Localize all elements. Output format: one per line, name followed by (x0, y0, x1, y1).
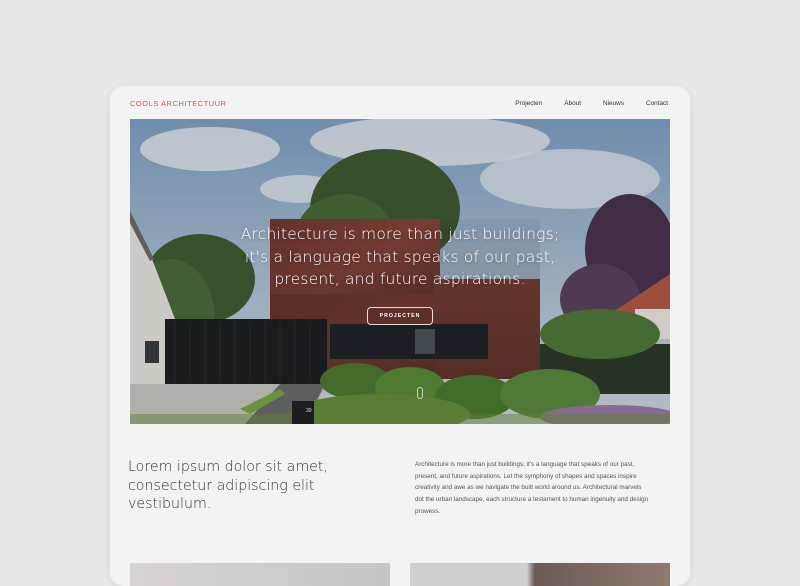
project-thumbnail[interactable] (410, 563, 670, 586)
hero-headline: Architecture is more than just buildings… (190, 223, 610, 291)
intro-heading: Lorem ipsum dolor sit amet, consectetur … (128, 459, 328, 512)
top-navigation: COOLS ARCHITECTUUR Projecten About Nieuw… (130, 96, 668, 110)
project-thumbnail[interactable] (130, 563, 390, 586)
main-menu: Projecten About Nieuws Contact (515, 100, 668, 107)
intro-paragraph: Architecture is more than just buildings… (415, 461, 649, 515)
nav-link-about[interactable]: About (564, 100, 581, 107)
hero-headline-line: present, and future aspirations. (274, 270, 526, 288)
scroll-down-icon[interactable] (417, 387, 423, 399)
brand-logo[interactable]: COOLS ARCHITECTUUR (130, 99, 227, 108)
hero-headline-line: Architecture is more than just buildings… (240, 225, 560, 243)
nav-link-projecten[interactable]: Projecten (515, 100, 542, 107)
projecten-button[interactable]: PROJECTEN (367, 307, 433, 325)
hero-headline-line: it's a language that speaks of our past, (244, 247, 556, 266)
nav-link-contact[interactable]: Contact (646, 100, 668, 107)
website-preview-card: COOLS ARCHITECTUUR Projecten About Nieuw… (110, 86, 690, 586)
nav-link-nieuws[interactable]: Nieuws (603, 100, 624, 107)
hero-banner: 30 Architecture is more than just buildi… (130, 119, 670, 424)
